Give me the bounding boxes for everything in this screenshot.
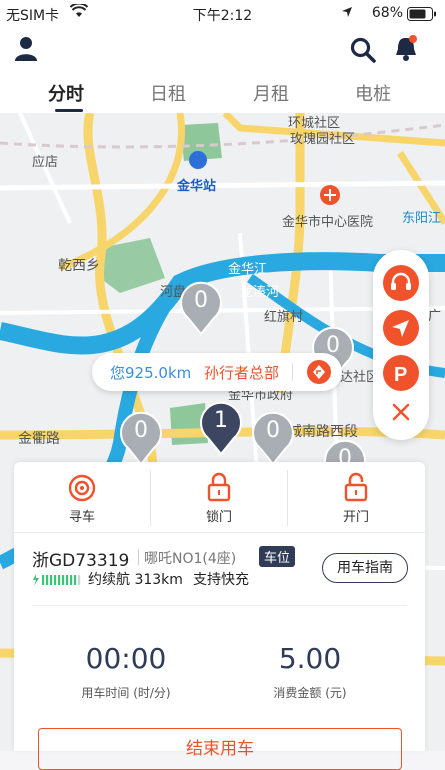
- tab-monthly[interactable]: 月租: [231, 80, 311, 106]
- battery-bar: [42, 575, 45, 585]
- battery-level-icon: [32, 572, 84, 591]
- map-label: 应店: [32, 155, 59, 170]
- map-label: 龙溱河: [240, 285, 280, 300]
- map-label: 金衢路: [18, 431, 60, 447]
- end-trip-button[interactable]: 结束用车: [38, 728, 402, 770]
- map-label: 金华站: [177, 179, 217, 194]
- battery-bar: [58, 575, 61, 585]
- range-text: 约续航 313km: [88, 572, 183, 588]
- amount-value: 5.00: [278, 642, 342, 675]
- battery-bar: [50, 575, 53, 585]
- map-label: 金华市中心医院: [282, 215, 374, 230]
- distance-bubble[interactable]: 您925.0km 孙行者总部: [92, 353, 342, 391]
- tab-daily[interactable]: 日租: [128, 80, 208, 106]
- car-pin[interactable]: 0: [118, 410, 164, 466]
- parking-badge: 车位: [259, 546, 296, 567]
- active-tab-indicator: [55, 109, 83, 112]
- status-bar: 无SIM卡 下午2:12 68%: [0, 0, 445, 28]
- elapsed-time: 00:00: [85, 642, 167, 675]
- battery-bar: [78, 575, 81, 585]
- parking-icon[interactable]: P: [383, 355, 419, 391]
- map-side-controls: P: [373, 250, 429, 440]
- tab-hourly[interactable]: 分时: [26, 80, 106, 106]
- close-icon[interactable]: [389, 400, 413, 424]
- selected-car-pin[interactable]: 1: [198, 400, 244, 456]
- elapsed-label: 用车时间 (时/分): [81, 686, 171, 700]
- lock-icon: [207, 472, 231, 506]
- lock-button[interactable]: 锁门: [151, 462, 287, 532]
- battery-bar: [66, 575, 69, 585]
- battery-bar: [70, 575, 73, 585]
- unlock-button[interactable]: 开门: [288, 462, 424, 532]
- find-car-button[interactable]: 寻车: [14, 462, 150, 532]
- map-label: 红旗村: [264, 310, 304, 325]
- find-car-icon: [68, 474, 96, 506]
- amount-label: 消费金额 (元): [273, 686, 347, 700]
- guide-button[interactable]: 用车指南: [322, 553, 408, 583]
- service-tabs: 分时 日租 月租 电桩: [0, 80, 445, 110]
- navigate-icon[interactable]: [306, 359, 332, 389]
- divider: [138, 549, 139, 565]
- find-car-label: 寻车: [68, 510, 95, 525]
- car-pin[interactable]: 0: [178, 280, 224, 336]
- divider: [14, 532, 425, 533]
- locate-icon[interactable]: [383, 310, 419, 346]
- plate-number: 浙GD73319: [32, 551, 130, 571]
- lock-label: 锁门: [205, 510, 232, 525]
- location-arrow-icon: [341, 6, 353, 22]
- svg-text:P: P: [394, 364, 407, 386]
- map-label: 东阳江: [402, 211, 442, 226]
- bell-icon[interactable]: [393, 34, 421, 68]
- map-label: 乾西乡: [58, 258, 100, 274]
- unlock-label: 开门: [342, 510, 369, 525]
- distance-text: 您925.0km: [110, 364, 192, 382]
- battery-bar: [54, 575, 57, 585]
- bubble-divider: [292, 363, 293, 381]
- unlock-icon: [344, 472, 368, 506]
- map-label: 金华江: [228, 262, 268, 277]
- support-icon[interactable]: [383, 265, 419, 301]
- destination-text: 孙行者总部: [204, 364, 280, 382]
- map-label: 广: [428, 309, 442, 324]
- fast-charge-text: 支持快充: [193, 572, 249, 588]
- battery-bar: [46, 575, 49, 585]
- car-model: 哪吒NO1(4座): [144, 551, 237, 567]
- tab-charging[interactable]: 电桩: [333, 80, 413, 106]
- search-icon[interactable]: [350, 37, 376, 67]
- battery-bar: [74, 575, 77, 585]
- person-icon[interactable]: [14, 36, 38, 66]
- battery-icon: [407, 7, 437, 25]
- car-pin[interactable]: 0: [250, 410, 296, 466]
- car-control-panel: 寻车 锁门 开门 浙GD73319 哪吒NO1(4座) 车位 用车指南 约续航 …: [14, 462, 425, 770]
- battery-percent: 68%: [371, 5, 403, 21]
- map-label: 玫瑰园社区: [290, 132, 356, 147]
- battery-bar: [62, 575, 65, 585]
- divider: [32, 605, 407, 606]
